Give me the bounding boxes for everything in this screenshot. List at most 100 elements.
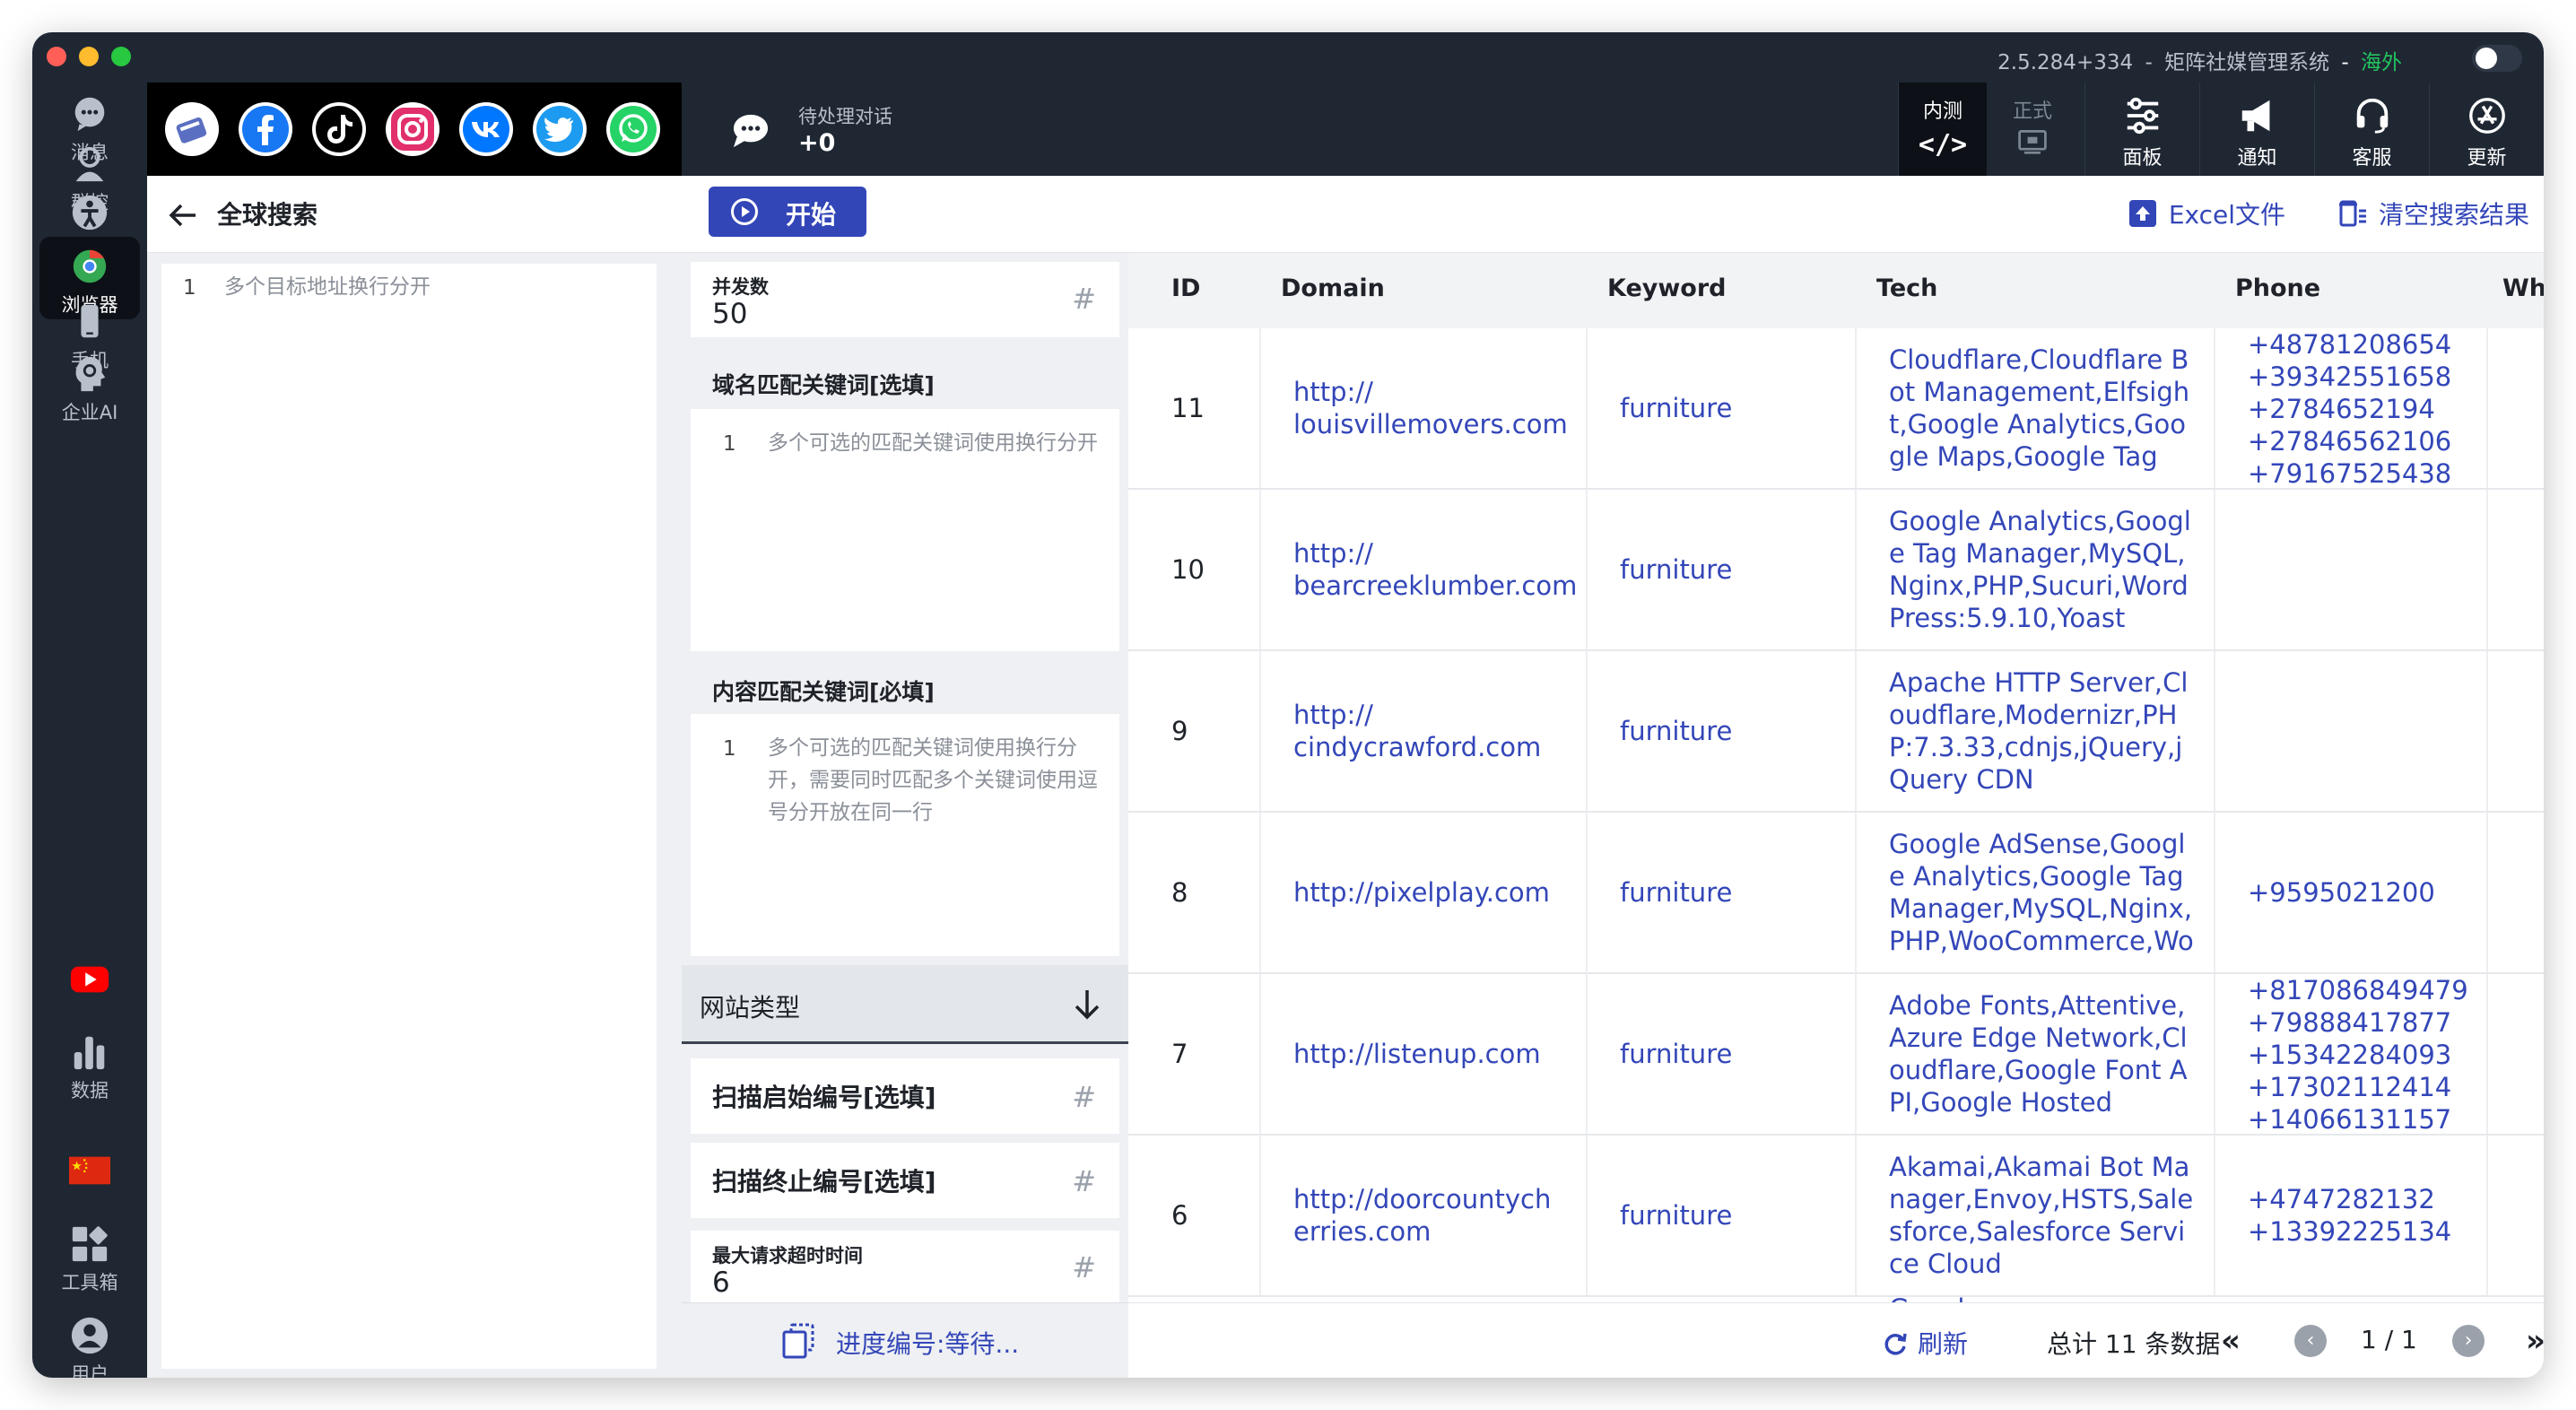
cell-tech-text: Akamai,Akamai Bot Manager,Envoy,HSTS,Sal…	[1889, 1152, 2194, 1279]
table-row[interactable]: 8 http://pixelplay.com furniture Google AdS…	[1128, 813, 2544, 974]
cell-phone	[2215, 490, 2488, 649]
cell-id-text: 11	[1171, 393, 1205, 423]
china-flag-icon	[69, 1156, 110, 1185]
nav-item-user[interactable]: 用户	[39, 1306, 140, 1378]
notify-label: 通知	[2237, 147, 2277, 170]
cell-domain-link[interactable]: http://doorcountych erries.com	[1261, 1136, 1588, 1295]
cell-domain-link[interactable]: http://pixelplay.com	[1261, 813, 1588, 972]
social-platform-bar	[147, 83, 682, 176]
platform-discord[interactable]	[165, 102, 219, 156]
window-close-button[interactable]	[47, 47, 66, 66]
theme-toggle[interactable]	[2472, 45, 2522, 72]
last-page-button[interactable]: »	[2526, 1323, 2544, 1359]
region-label: 海外	[2361, 51, 2402, 74]
panel-button[interactable]: 面板	[2084, 83, 2199, 176]
window-maximize-button[interactable]	[111, 47, 131, 66]
youtube-icon	[70, 966, 109, 993]
column-id[interactable]: ID	[1171, 274, 1200, 302]
results-table: ID Domain Keyword Tech Phone Whats 11 htt…	[1128, 253, 2544, 1302]
platform-facebook[interactable]	[239, 102, 292, 156]
notify-button[interactable]: 通知	[2199, 83, 2314, 176]
domain-keyword-input[interactable]: 1 多个可选的匹配关键词使用换行分开	[691, 409, 1119, 651]
first-page-button[interactable]: «	[2221, 1323, 2241, 1359]
cell-phone: +48781208654 +39342551658 +2784652194 +2…	[2215, 328, 2488, 488]
cell-tech-text: Google Analytics,Google Tag Manager,MySQ…	[1889, 506, 2191, 633]
site-type-dropdown[interactable]: 网站类型	[682, 965, 1128, 1044]
pending-chat-icon[interactable]	[730, 111, 771, 149]
scan-start-field[interactable]: 扫描启始编号[选填] #	[691, 1058, 1119, 1134]
cell-phone-text: +48781208654 +39342551658 +2784652194 +2…	[2248, 329, 2452, 488]
cell-domain-link[interactable]: http://listenup.com	[1261, 974, 1588, 1134]
table-row[interactable]: 6 http://doorcountych erries.com furniture…	[1128, 1136, 2544, 1297]
start-button[interactable]: 开始	[709, 187, 866, 237]
scan-end-field[interactable]: 扫描终止编号[选填] #	[691, 1143, 1119, 1218]
back-arrow-icon[interactable]	[167, 199, 199, 231]
cell-id: 9	[1128, 651, 1261, 811]
mode-test[interactable]: 内测 </>	[1899, 83, 1987, 176]
timeout-field[interactable]: 最大请求超时时间 6 #	[691, 1231, 1119, 1306]
content-keyword-label: 内容匹配关键词[必填]	[712, 679, 935, 705]
timeout-value: 6	[712, 1266, 730, 1299]
cell-keyword: furniture	[1588, 651, 1857, 811]
table-row[interactable]: 7 http://listenup.com furniture Adobe Fonts…	[1128, 974, 2544, 1136]
concurrency-field[interactable]: 并发数 50 #	[691, 262, 1119, 337]
cell-domain-link[interactable]: http:// bearcreeklumber.com	[1261, 490, 1588, 649]
app-version: 2.5.284+334	[1997, 51, 2134, 74]
cell-phone-text: +9595021200	[2248, 877, 2435, 908]
cell-domain-link[interactable]: http:// louisvillemovers.com	[1261, 328, 1588, 488]
cell-tech: Cloudflare,Cloudflare Bot Management,Elf…	[1857, 328, 2215, 488]
platform-whatsapp[interactable]	[606, 102, 660, 156]
target-address-input[interactable]: 1 多个目标地址换行分开	[161, 264, 657, 1369]
service-button[interactable]: 客服	[2314, 83, 2429, 176]
nav-label: 用户	[71, 1363, 109, 1378]
prev-page-button[interactable]: ‹	[2294, 1325, 2327, 1357]
cell-phone: +4747282132 +13392225134	[2215, 1136, 2488, 1295]
table-row[interactable]: 9 http:// cindycrawford.com furniture Apach…	[1128, 651, 2544, 813]
next-page-button[interactable]: ›	[2452, 1325, 2485, 1357]
platform-twitter[interactable]	[533, 102, 587, 156]
window-title: 2.5.284+334 - 矩阵社媒管理系统 - 海外	[1997, 45, 2402, 75]
top-toolbar: 待处理对话 +0 内测 </> 正式 面板 通知 客服 更新	[682, 83, 2544, 176]
nav-item-toolbox[interactable]: 工具箱	[39, 1214, 140, 1297]
clear-list-icon	[2338, 200, 2366, 227]
nav-item-language[interactable]	[39, 1141, 140, 1223]
column-phone[interactable]: Phone	[2235, 274, 2320, 302]
column-keyword[interactable]: Keyword	[1607, 274, 1727, 302]
cell-id-text: 10	[1171, 554, 1205, 585]
column-tech[interactable]: Tech	[1876, 274, 1937, 302]
code-icon: </>	[1918, 129, 1968, 161]
table-row[interactable]: 11 http:// louisvillemovers.com furniture C…	[1128, 328, 2544, 490]
update-button[interactable]: 更新	[2429, 83, 2544, 176]
cell-domain-link[interactable]: http:// cindycrawford.com	[1261, 651, 1588, 811]
window-minimize-button[interactable]	[79, 47, 99, 66]
table-row[interactable]: 10 http:// bearcreeklumber.com furniture Go…	[1128, 490, 2544, 651]
platform-instagram[interactable]	[386, 102, 439, 156]
nav-item-data[interactable]: 数据	[39, 1023, 140, 1105]
mode-production[interactable]: 正式	[1989, 83, 2076, 176]
cell-whats	[2488, 974, 2544, 1134]
column-whats[interactable]: Whats	[2502, 274, 2544, 302]
cell-keyword-text: furniture	[1620, 877, 1733, 908]
platform-tiktok[interactable]	[312, 102, 366, 156]
cell-domain-link-text: http://listenup.com	[1293, 1039, 1541, 1069]
cell-keyword: furniture	[1588, 1136, 1857, 1295]
headset-icon	[2356, 98, 2388, 134]
vk-icon	[463, 106, 509, 152]
search-form: 并发数 50 # 域名匹配关键词[选填] 1 多个可选的匹配关键词使用换行分开 …	[682, 253, 1128, 1378]
concurrency-label: 并发数	[712, 276, 769, 298]
search-header: 全球搜索	[147, 176, 682, 253]
refresh-button[interactable]: 刷新	[1882, 1325, 1968, 1361]
copy-icon	[782, 1323, 814, 1359]
platform-vk[interactable]	[459, 102, 513, 156]
content-keyword-input[interactable]: 1 多个可选的匹配关键词使用换行分开，需要同时匹配多个关键词使用逗号分开放在同一…	[691, 714, 1119, 956]
scan-end-label: 扫描终止编号[选填]	[712, 1167, 936, 1197]
nav-item-enterprise-ai[interactable]: 企业AI	[39, 344, 140, 427]
nav-label: 企业AI	[61, 402, 118, 423]
mode-switch[interactable]: 内测 </> 正式	[1898, 83, 2076, 176]
column-domain[interactable]: Domain	[1281, 274, 1385, 302]
clear-results-button[interactable]: 清空搜索结果	[2337, 196, 2529, 231]
excel-export-button[interactable]: Excel文件	[2128, 196, 2285, 231]
cell-domain-link-text: http:// louisvillemovers.com	[1293, 377, 1568, 440]
nav-item-youtube[interactable]	[39, 949, 140, 1031]
ai-icon	[75, 356, 106, 392]
